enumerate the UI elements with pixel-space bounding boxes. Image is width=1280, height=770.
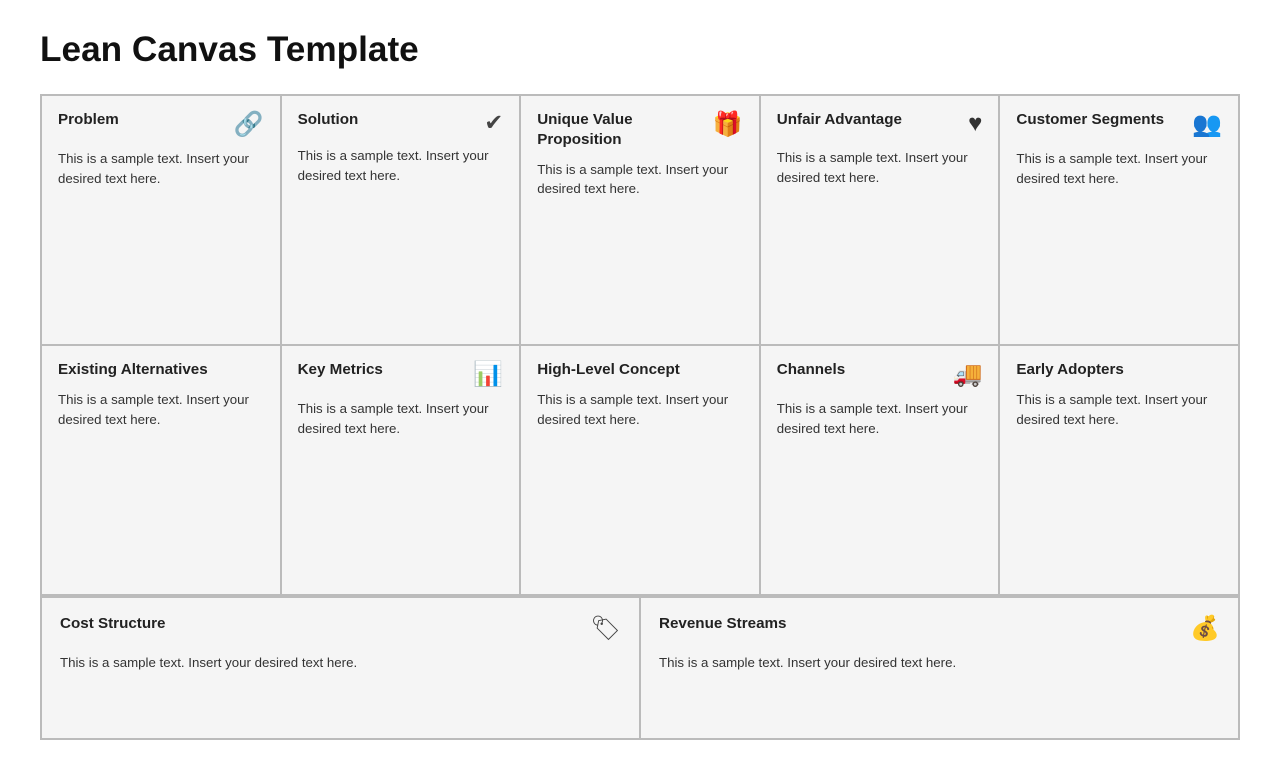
channels-text: This is a sample text. Insert your desir…: [777, 399, 983, 439]
solution-title: Solution: [298, 110, 359, 130]
problem-column: Problem 🔗 This is a sample text. Insert …: [42, 96, 282, 594]
customer-segments-header: Customer Segments 👥: [1016, 110, 1222, 139]
early-adopters-title: Early Adopters: [1016, 360, 1123, 380]
problem-title: Problem: [58, 110, 119, 130]
cost-structure-header: Cost Structure 🏷: [60, 614, 621, 643]
uvp-column: Unique Value Proposition 🎁 This is a sam…: [521, 96, 761, 594]
unfair-advantage-column: Unfair Advantage ♥ This is a sample text…: [761, 96, 1001, 594]
existing-alternatives-cell: Existing Alternatives This is a sample t…: [42, 346, 280, 594]
page-title: Lean Canvas Template: [40, 30, 1240, 70]
customer-segments-cell: Customer Segments 👥 This is a sample tex…: [1000, 96, 1238, 346]
high-level-header: High-Level Concept: [537, 360, 743, 380]
channels-icon: 🚚: [952, 360, 982, 389]
revenue-streams-text: This is a sample text. Insert your desir…: [659, 653, 1220, 673]
high-level-title: High-Level Concept: [537, 360, 680, 380]
high-level-text: This is a sample text. Insert your desir…: [537, 390, 743, 430]
cost-structure-title: Cost Structure: [60, 614, 165, 634]
solution-text: This is a sample text. Insert your desir…: [298, 146, 504, 186]
uvp-icon: 🎁: [713, 110, 743, 139]
key-metrics-title: Key Metrics: [298, 360, 383, 380]
problem-header: Problem 🔗: [58, 110, 264, 139]
cost-structure-text: This is a sample text. Insert your desir…: [60, 653, 621, 673]
cost-structure-cell: Cost Structure 🏷 This is a sample text. …: [42, 598, 641, 738]
channels-title: Channels: [777, 360, 845, 380]
solution-column: Solution ✔ This is a sample text. Insert…: [282, 96, 522, 594]
solution-cell: Solution ✔ This is a sample text. Insert…: [282, 96, 520, 346]
unfair-advantage-icon: ♥: [968, 110, 982, 138]
revenue-streams-header: Revenue Streams 💰: [659, 614, 1220, 643]
existing-alternatives-text: This is a sample text. Insert your desir…: [58, 390, 264, 430]
early-adopters-text: This is a sample text. Insert your desir…: [1016, 390, 1222, 430]
unfair-advantage-header: Unfair Advantage ♥: [777, 110, 983, 138]
high-level-cell: High-Level Concept This is a sample text…: [521, 346, 759, 594]
key-metrics-header: Key Metrics 📊: [298, 360, 504, 389]
unfair-advantage-title: Unfair Advantage: [777, 110, 902, 130]
main-grid: Problem 🔗 This is a sample text. Insert …: [42, 96, 1238, 596]
customer-segments-column: Customer Segments 👥 This is a sample tex…: [1000, 96, 1238, 594]
existing-alternatives-header: Existing Alternatives: [58, 360, 264, 380]
channels-header: Channels 🚚: [777, 360, 983, 389]
canvas-container: Problem 🔗 This is a sample text. Insert …: [40, 94, 1240, 740]
problem-text: This is a sample text. Insert your desir…: [58, 149, 264, 189]
revenue-streams-title: Revenue Streams: [659, 614, 786, 634]
unfair-advantage-cell: Unfair Advantage ♥ This is a sample text…: [761, 96, 999, 346]
solution-icon: ✔: [484, 110, 503, 136]
cost-structure-icon: 🏷: [591, 614, 621, 643]
problem-cell: Problem 🔗 This is a sample text. Insert …: [42, 96, 280, 346]
customer-segments-icon: 👥: [1192, 110, 1222, 139]
uvp-text: This is a sample text. Insert your desir…: [537, 160, 743, 200]
uvp-header: Unique Value Proposition 🎁: [537, 110, 743, 150]
problem-icon: 🔗: [234, 110, 264, 139]
customer-segments-text: This is a sample text. Insert your desir…: [1016, 149, 1222, 189]
early-adopters-header: Early Adopters: [1016, 360, 1222, 380]
channels-cell: Channels 🚚 This is a sample text. Insert…: [761, 346, 999, 594]
key-metrics-icon: 📊: [473, 360, 503, 389]
bottom-row: Cost Structure 🏷 This is a sample text. …: [42, 596, 1238, 738]
existing-alternatives-title: Existing Alternatives: [58, 360, 208, 380]
uvp-cell: Unique Value Proposition 🎁 This is a sam…: [521, 96, 759, 346]
customer-segments-title: Customer Segments: [1016, 110, 1164, 130]
key-metrics-cell: Key Metrics 📊 This is a sample text. Ins…: [282, 346, 520, 594]
solution-header: Solution ✔: [298, 110, 504, 136]
key-metrics-text: This is a sample text. Insert your desir…: [298, 399, 504, 439]
unfair-advantage-text: This is a sample text. Insert your desir…: [777, 148, 983, 188]
early-adopters-cell: Early Adopters This is a sample text. In…: [1000, 346, 1238, 594]
uvp-title: Unique Value Proposition: [537, 110, 705, 150]
revenue-streams-cell: Revenue Streams 💰 This is a sample text.…: [641, 598, 1238, 738]
revenue-streams-icon: 💰: [1190, 614, 1220, 643]
